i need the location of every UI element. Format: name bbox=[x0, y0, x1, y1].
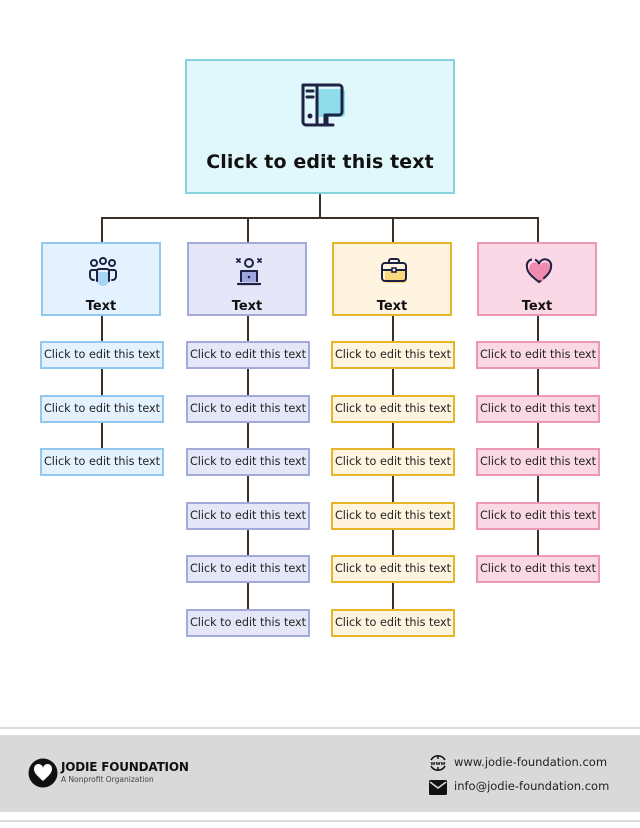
root-node-title[interactable]: Click to edit this text bbox=[187, 151, 453, 173]
team-people-icon bbox=[89, 257, 117, 286]
category-label[interactable]: Text bbox=[43, 299, 159, 314]
list-item[interactable]: Click to edit this text bbox=[40, 448, 164, 476]
list-item[interactable]: Click to edit this text bbox=[476, 555, 600, 583]
list-item[interactable]: Click to edit this text bbox=[476, 395, 600, 423]
connector-col-4 bbox=[537, 217, 539, 243]
root-node[interactable]: Click to edit this text bbox=[185, 59, 455, 194]
list-item[interactable]: Click to edit this text bbox=[476, 502, 600, 530]
list-item[interactable]: Click to edit this text bbox=[331, 448, 455, 476]
category-node-3[interactable]: Text bbox=[332, 242, 452, 316]
envelope-icon bbox=[429, 780, 447, 795]
list-item[interactable]: Click to edit this text bbox=[186, 341, 310, 369]
list-item[interactable]: Click to edit this text bbox=[331, 395, 455, 423]
connector-top-vertical bbox=[319, 193, 321, 218]
connector-horizontal bbox=[101, 217, 539, 219]
list-item[interactable]: Click to edit this text bbox=[40, 341, 164, 369]
footer-divider-bottom bbox=[0, 820, 640, 822]
www-globe-icon: www bbox=[430, 755, 446, 771]
list-item[interactable]: Click to edit this text bbox=[186, 395, 310, 423]
list-item[interactable]: Click to edit this text bbox=[331, 555, 455, 583]
list-item[interactable]: Click to edit this text bbox=[476, 448, 600, 476]
brand-name: JODIE FOUNDATION bbox=[61, 760, 189, 774]
heart-circle-logo-icon bbox=[28, 758, 58, 788]
connector-items-1 bbox=[101, 316, 103, 449]
list-item[interactable]: Click to edit this text bbox=[331, 341, 455, 369]
category-label[interactable]: Text bbox=[479, 299, 595, 314]
computer-desktop-icon bbox=[301, 83, 345, 127]
person-laptop-icon bbox=[236, 258, 262, 286]
list-item[interactable]: Click to edit this text bbox=[186, 555, 310, 583]
category-node-2[interactable]: Text bbox=[187, 242, 307, 316]
brand-tagline: A Nonprofit Organization bbox=[61, 775, 154, 784]
list-item[interactable]: Click to edit this text bbox=[331, 609, 455, 637]
heart-icon bbox=[525, 258, 553, 284]
footer: JODIE FOUNDATION A Nonprofit Organizatio… bbox=[0, 735, 640, 812]
list-item[interactable]: Click to edit this text bbox=[40, 395, 164, 423]
connector-col-1 bbox=[101, 217, 103, 243]
list-item[interactable]: Click to edit this text bbox=[186, 502, 310, 530]
connector-col-3 bbox=[392, 217, 394, 243]
footer-divider-top bbox=[0, 727, 640, 729]
website-link[interactable]: www.jodie-foundation.com bbox=[454, 755, 607, 769]
list-item[interactable]: Click to edit this text bbox=[186, 609, 310, 637]
category-node-4[interactable]: Text bbox=[477, 242, 597, 316]
list-item[interactable]: Click to edit this text bbox=[331, 502, 455, 530]
category-label[interactable]: Text bbox=[334, 299, 450, 314]
list-item[interactable]: Click to edit this text bbox=[476, 341, 600, 369]
connector-col-2 bbox=[247, 217, 249, 243]
list-item[interactable]: Click to edit this text bbox=[186, 448, 310, 476]
email-link[interactable]: info@jodie-foundation.com bbox=[454, 779, 609, 793]
category-node-1[interactable]: Text bbox=[41, 242, 161, 316]
svg-text:www: www bbox=[430, 761, 445, 767]
category-label[interactable]: Text bbox=[189, 299, 305, 314]
briefcase-icon bbox=[381, 258, 407, 283]
